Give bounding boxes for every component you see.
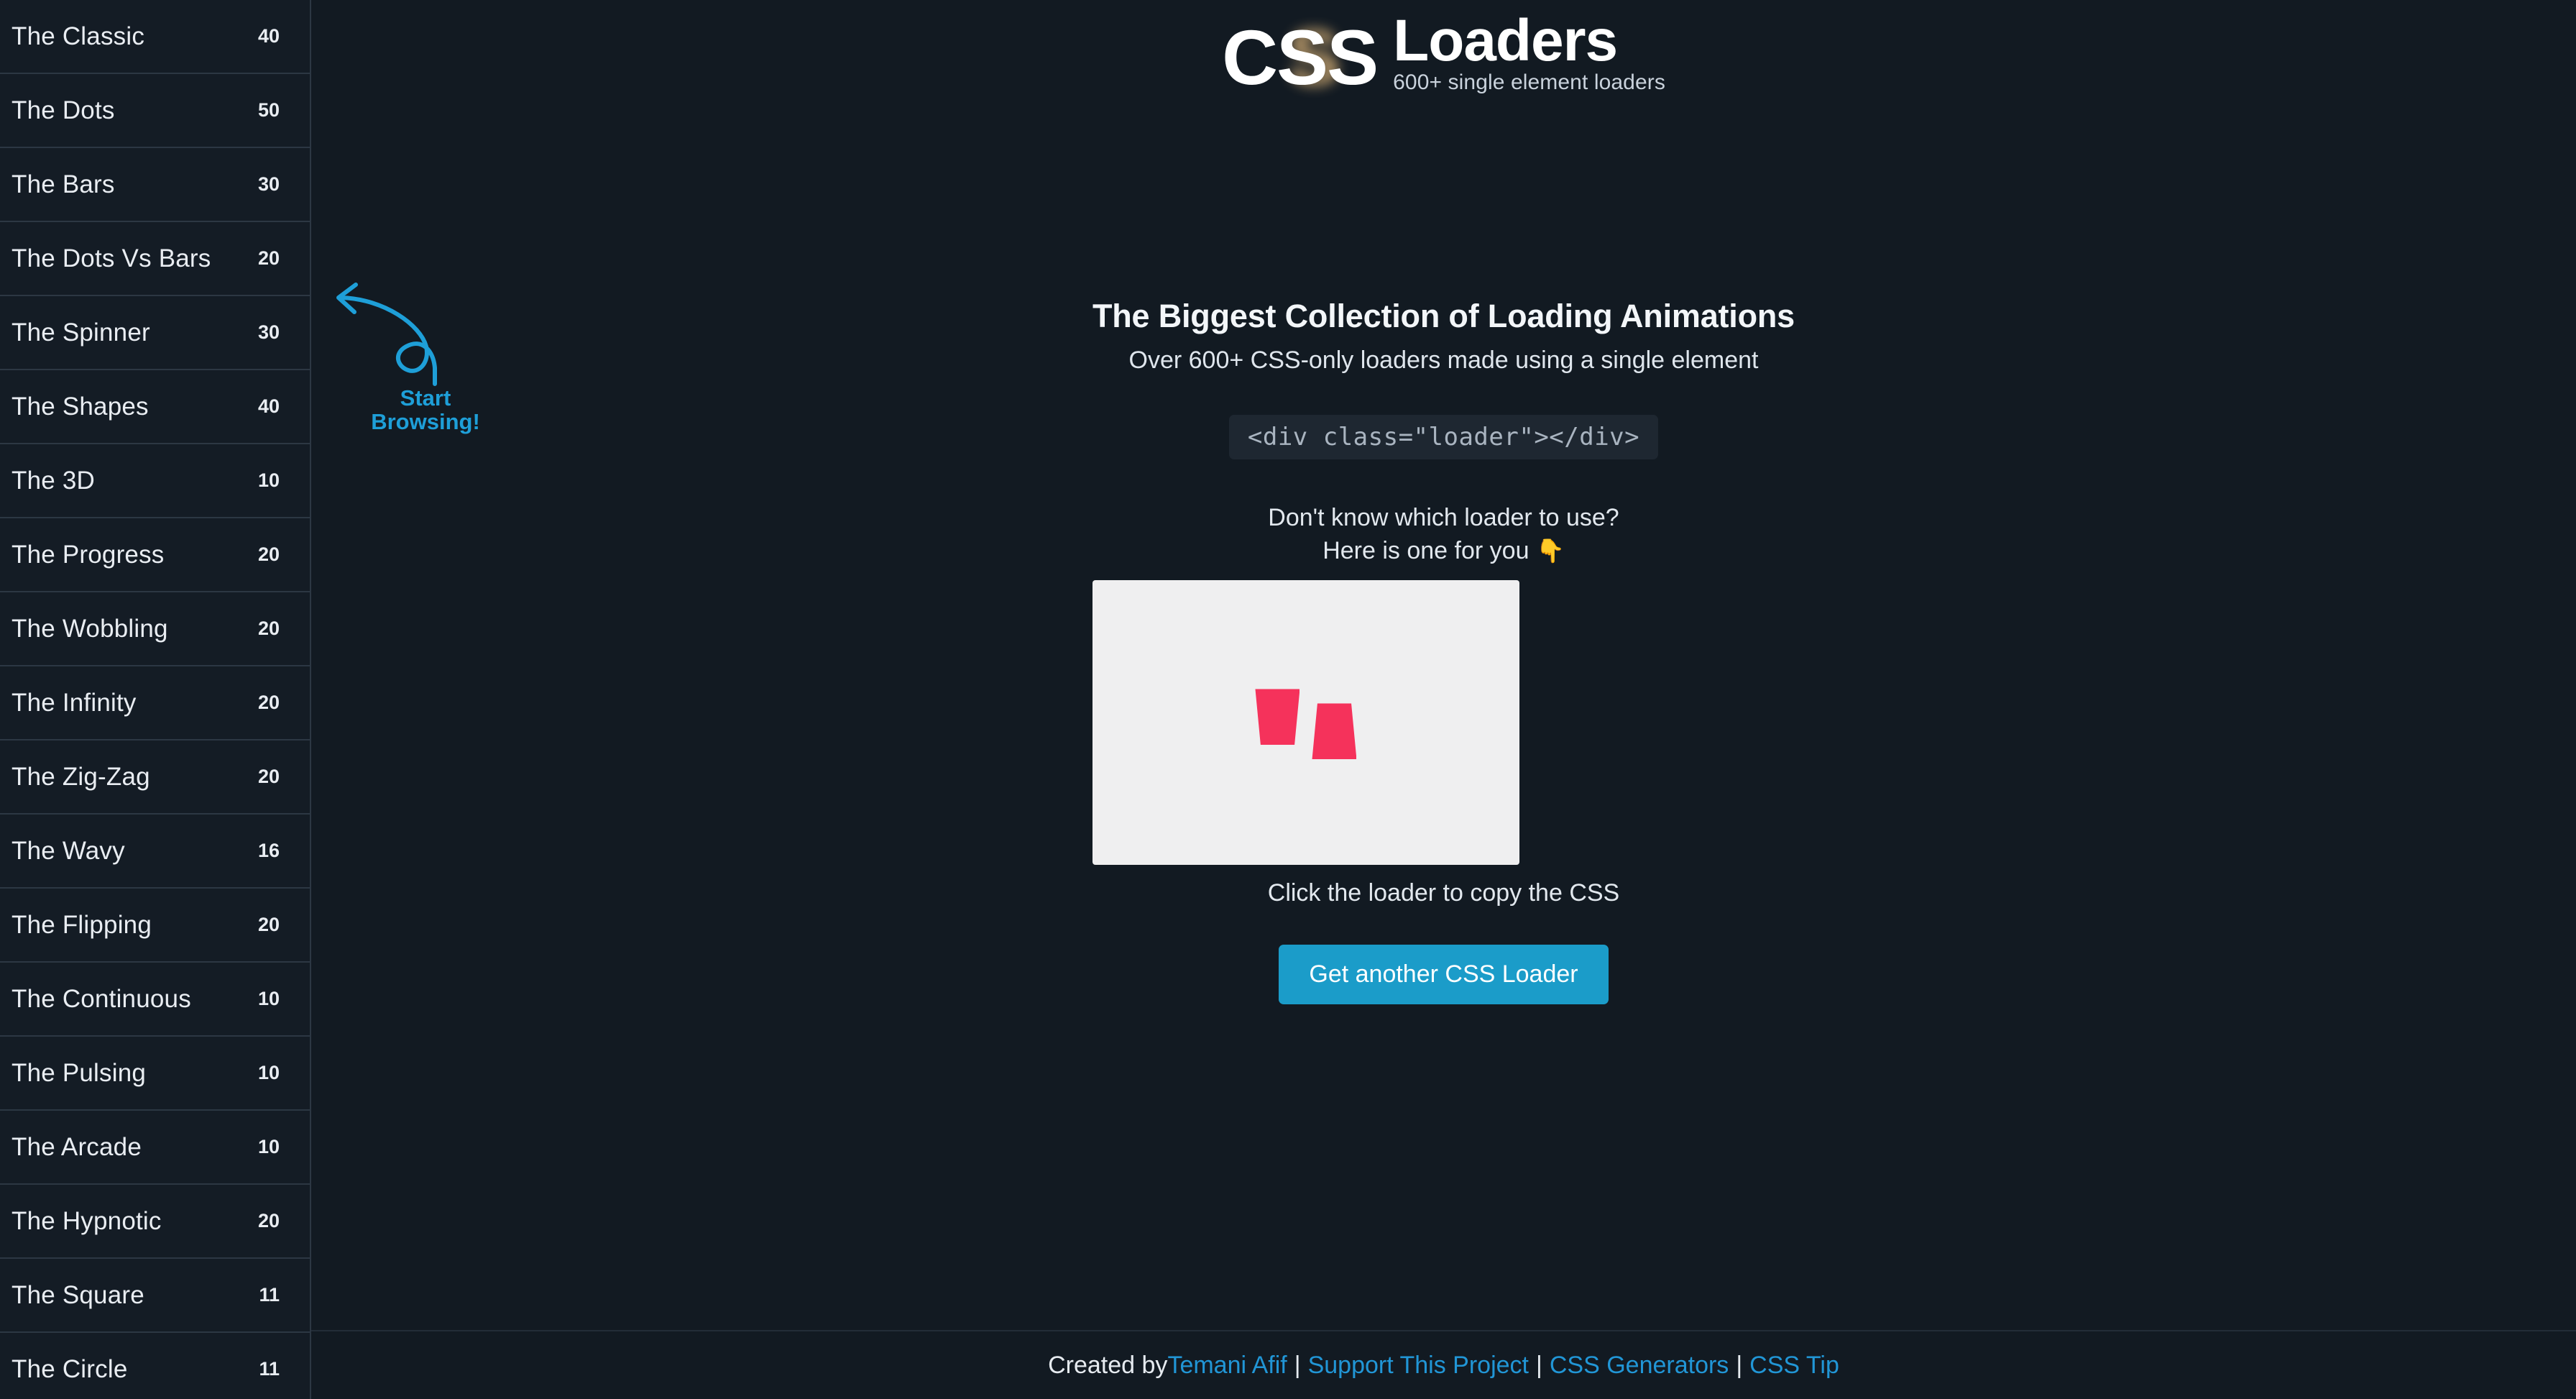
footer-link-support[interactable]: Support This Project (1308, 1352, 1529, 1380)
sidebar-item-count: 20 (257, 247, 280, 269)
footer-link-css-tip[interactable]: CSS Tip (1749, 1352, 1839, 1380)
trapezoid-down-icon (1255, 689, 1300, 746)
site-logo[interactable]: S CSS Loaders 600+ single element loader… (1222, 10, 1665, 96)
sidebar-item-label: The Arcade (12, 1132, 142, 1161)
sidebar-item-the-wobbling[interactable]: The Wobbling 20 (0, 592, 310, 666)
sidebar-item-the-continuous[interactable]: The Continuous 10 (0, 963, 310, 1037)
prompt-line-1: Don't know which loader to use? (1268, 504, 1619, 531)
sidebar-item-label: The Hypnotic (12, 1206, 162, 1235)
prompt-line-2-text: Here is one for you (1322, 537, 1530, 565)
sidebar-item-label: The Circle (12, 1354, 128, 1383)
page-subtitle: Over 600+ CSS-only loaders made using a … (1128, 347, 1759, 374)
sidebar-item-label: The Bars (12, 170, 115, 198)
sidebar-item-label: The Classic (12, 22, 145, 50)
pointing-down-icon: 👇 (1535, 538, 1565, 564)
sidebar-item-count: 20 (257, 766, 280, 787)
sidebar-item-count: 40 (257, 395, 280, 417)
trapezoid-up-icon (1312, 703, 1357, 760)
sidebar-item-label: The Progress (12, 540, 165, 569)
sidebar-item-label: The Infinity (12, 688, 137, 717)
sidebar-item-the-dots[interactable]: The Dots 50 (0, 74, 310, 148)
sidebar-item-label: The Spinner (12, 318, 150, 347)
sidebar-item-count: 10 (257, 1136, 280, 1157)
logo-css-label: CSS (1222, 14, 1379, 101)
sidebar-item-the-spinner[interactable]: The Spinner 30 (0, 296, 310, 370)
sidebar-item-the-infinity[interactable]: The Infinity 20 (0, 666, 310, 740)
sidebar-item-the-circle[interactable]: The Circle 11 (0, 1333, 310, 1399)
sidebar-item-count: 20 (257, 618, 280, 639)
copy-css-hint: Click the loader to copy the CSS (1267, 879, 1620, 907)
sidebar-item-count: 20 (257, 692, 280, 713)
logo-right-block: Loaders 600+ single element loaders (1393, 7, 1665, 96)
sidebar-item-the-hypnotic[interactable]: The Hypnotic 20 (0, 1185, 310, 1259)
sidebar-item-the-square[interactable]: The Square 11 (0, 1259, 310, 1333)
sidebar-item-the-flipping[interactable]: The Flipping 20 (0, 889, 310, 963)
sidebar-item-the-progress[interactable]: The Progress 20 (0, 518, 310, 592)
footer-separator-2: | (1536, 1351, 1542, 1379)
sidebar-item-label: The Continuous (12, 984, 191, 1013)
random-loader-prompt: Don't know which loader to use? Here is … (1092, 501, 1795, 567)
hero-section: The Biggest Collection of Loading Animat… (1092, 298, 1795, 1005)
sidebar-item-count: 11 (259, 1358, 280, 1380)
sidebar-item-the-dots-vs-bars[interactable]: The Dots Vs Bars 20 (0, 222, 310, 296)
sidebar-item-count: 16 (257, 840, 280, 861)
get-another-loader-button[interactable]: Get another CSS Loader (1279, 945, 1609, 1005)
sidebar-item-the-wavy[interactable]: The Wavy 16 (0, 815, 310, 889)
sidebar-item-count: 30 (257, 173, 280, 195)
sidebar-item-count: 50 (257, 99, 280, 121)
sidebar[interactable]: The Classic 40 The Dots 50 The Bars 30 T… (0, 0, 311, 1399)
sidebar-item-label: The Wavy (12, 836, 125, 865)
logo-css-text: S CSS (1222, 19, 1379, 96)
sidebar-item-count: 40 (257, 25, 280, 47)
page-footer: Created by Temani Afif | Support This Pr… (311, 1330, 2576, 1399)
sidebar-item-the-3d[interactable]: The 3D 10 (0, 444, 310, 518)
sidebar-item-the-pulsing[interactable]: The Pulsing 10 (0, 1037, 310, 1111)
sidebar-item-the-zig-zag[interactable]: The Zig-Zag 20 (0, 740, 310, 815)
logo-loaders-label: Loaders (1393, 7, 1618, 73)
loader-preview-box[interactable] (1092, 580, 1519, 866)
sidebar-item-label: The Square (12, 1280, 144, 1309)
sidebar-item-count: 10 (257, 1062, 280, 1083)
sidebar-item-label: The 3D (12, 466, 95, 495)
sidebar-item-label: The Shapes (12, 392, 149, 421)
sidebar-item-label: The Pulsing (12, 1058, 147, 1087)
sidebar-item-the-bars[interactable]: The Bars 30 (0, 148, 310, 222)
footer-separator-3: | (1736, 1351, 1743, 1379)
logo-tagline: 600+ single element loaders (1393, 70, 1665, 94)
page-root: The Classic 40 The Dots 50 The Bars 30 T… (0, 0, 2576, 1399)
sidebar-item-label: The Wobbling (12, 614, 168, 643)
sidebar-item-count: 11 (259, 1284, 280, 1306)
prompt-line-2: Here is one for you 👇 (1092, 534, 1795, 567)
page-title: The Biggest Collection of Loading Animat… (1092, 298, 1795, 334)
sidebar-item-count: 10 (257, 469, 280, 491)
sidebar-item-count: 20 (257, 1210, 280, 1231)
main-content: S CSS Loaders 600+ single element loader… (311, 0, 2576, 1399)
footer-link-author[interactable]: Temani Afif (1167, 1352, 1287, 1380)
sidebar-item-count: 30 (257, 321, 280, 343)
sidebar-item-label: The Zig-Zag (12, 762, 150, 791)
footer-created-by-label: Created by (1048, 1351, 1168, 1379)
footer-link-css-generators[interactable]: CSS Generators (1550, 1352, 1729, 1380)
sidebar-item-label: The Flipping (12, 910, 152, 939)
footer-separator-1: | (1294, 1351, 1301, 1379)
sidebar-item-count: 10 (257, 988, 280, 1009)
sidebar-item-the-arcade[interactable]: The Arcade 10 (0, 1111, 310, 1185)
sidebar-item-the-shapes[interactable]: The Shapes 40 (0, 370, 310, 444)
sidebar-item-label: The Dots (12, 96, 115, 124)
sidebar-item-the-classic[interactable]: The Classic 40 (0, 0, 310, 74)
code-snippet: <div class="loader"></div> (1228, 415, 1659, 459)
sidebar-item-count: 20 (257, 914, 280, 935)
sidebar-item-count: 20 (257, 543, 280, 565)
sidebar-item-label: The Dots Vs Bars (12, 244, 211, 272)
